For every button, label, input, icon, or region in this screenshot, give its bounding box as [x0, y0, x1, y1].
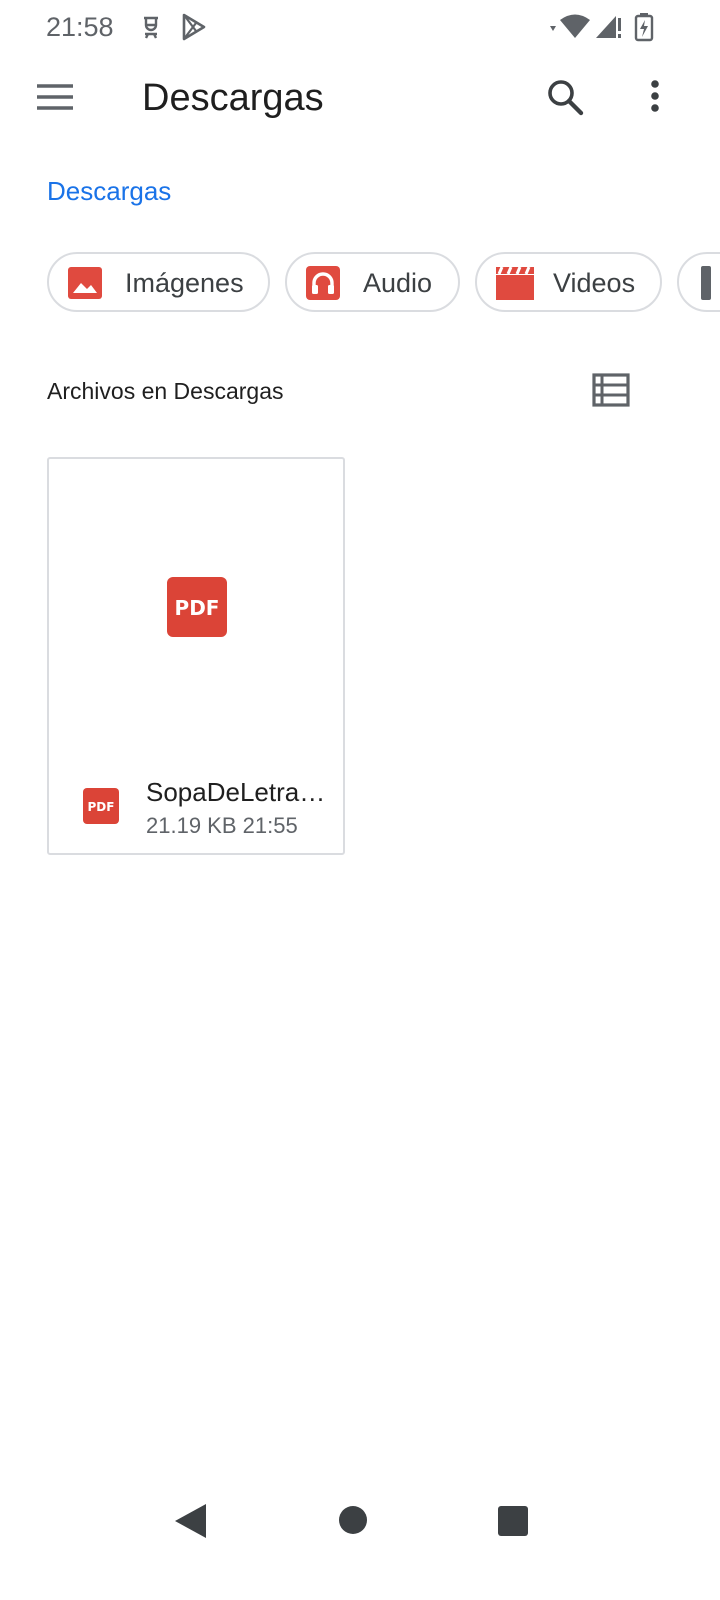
- chip-audio[interactable]: Audio: [285, 252, 460, 312]
- pdf-thumbnail-icon: PDF: [167, 577, 227, 637]
- headphones-icon: [305, 266, 341, 300]
- battery-charging-icon: [632, 12, 656, 42]
- nav-home-button[interactable]: [338, 1505, 368, 1535]
- file-meta: 21.19 KB 21:55: [146, 812, 298, 840]
- search-button[interactable]: [534, 66, 596, 128]
- play-store-icon: [178, 12, 208, 42]
- file-size: 21.19 KB: [146, 813, 237, 838]
- file-time: 21:55: [242, 813, 298, 838]
- search-icon: [548, 80, 584, 116]
- chip-label: Audio: [363, 268, 433, 298]
- video-clapper-icon: [495, 266, 535, 300]
- view-toggle-button[interactable]: [590, 370, 632, 410]
- pdf-badge-text-small: PDF: [88, 800, 115, 814]
- list-view-icon: [592, 373, 630, 407]
- chip-more[interactable]: [677, 252, 720, 312]
- page-title: Descargas: [142, 77, 324, 119]
- chip-label: Imágenes: [125, 268, 244, 298]
- notification-icon: [136, 12, 166, 42]
- breadcrumb[interactable]: Descargas: [47, 174, 171, 208]
- chip-label: Videos: [553, 268, 636, 298]
- section-title: Archivos en Descargas: [47, 378, 284, 404]
- pdf-file-icon: PDF: [83, 788, 119, 824]
- status-time: 21:58: [46, 12, 114, 42]
- back-icon: [175, 1504, 206, 1538]
- file-card[interactable]: PDF PDF SopaDeLetra… 21.19 KB 21:55: [47, 457, 345, 855]
- image-icon: [67, 266, 103, 300]
- hamburger-menu-icon: [37, 84, 73, 110]
- category-chips: Imágenes Audio Videos: [0, 252, 720, 318]
- chip-videos[interactable]: Videos: [475, 252, 662, 312]
- chip-images[interactable]: Imágenes: [47, 252, 270, 312]
- document-icon: [701, 266, 711, 300]
- more-options-button[interactable]: [624, 66, 686, 128]
- pdf-badge-text: PDF: [175, 596, 220, 620]
- nav-recents-button[interactable]: [498, 1506, 528, 1536]
- home-icon: [339, 1506, 367, 1534]
- wifi-icon: [548, 12, 592, 42]
- menu-button[interactable]: [24, 66, 86, 128]
- more-vert-icon: [651, 80, 659, 112]
- file-name: SopaDeLetra…: [146, 777, 326, 807]
- nav-back-button[interactable]: [172, 1502, 208, 1540]
- recents-icon: [498, 1506, 528, 1536]
- signal-icon: [594, 12, 624, 42]
